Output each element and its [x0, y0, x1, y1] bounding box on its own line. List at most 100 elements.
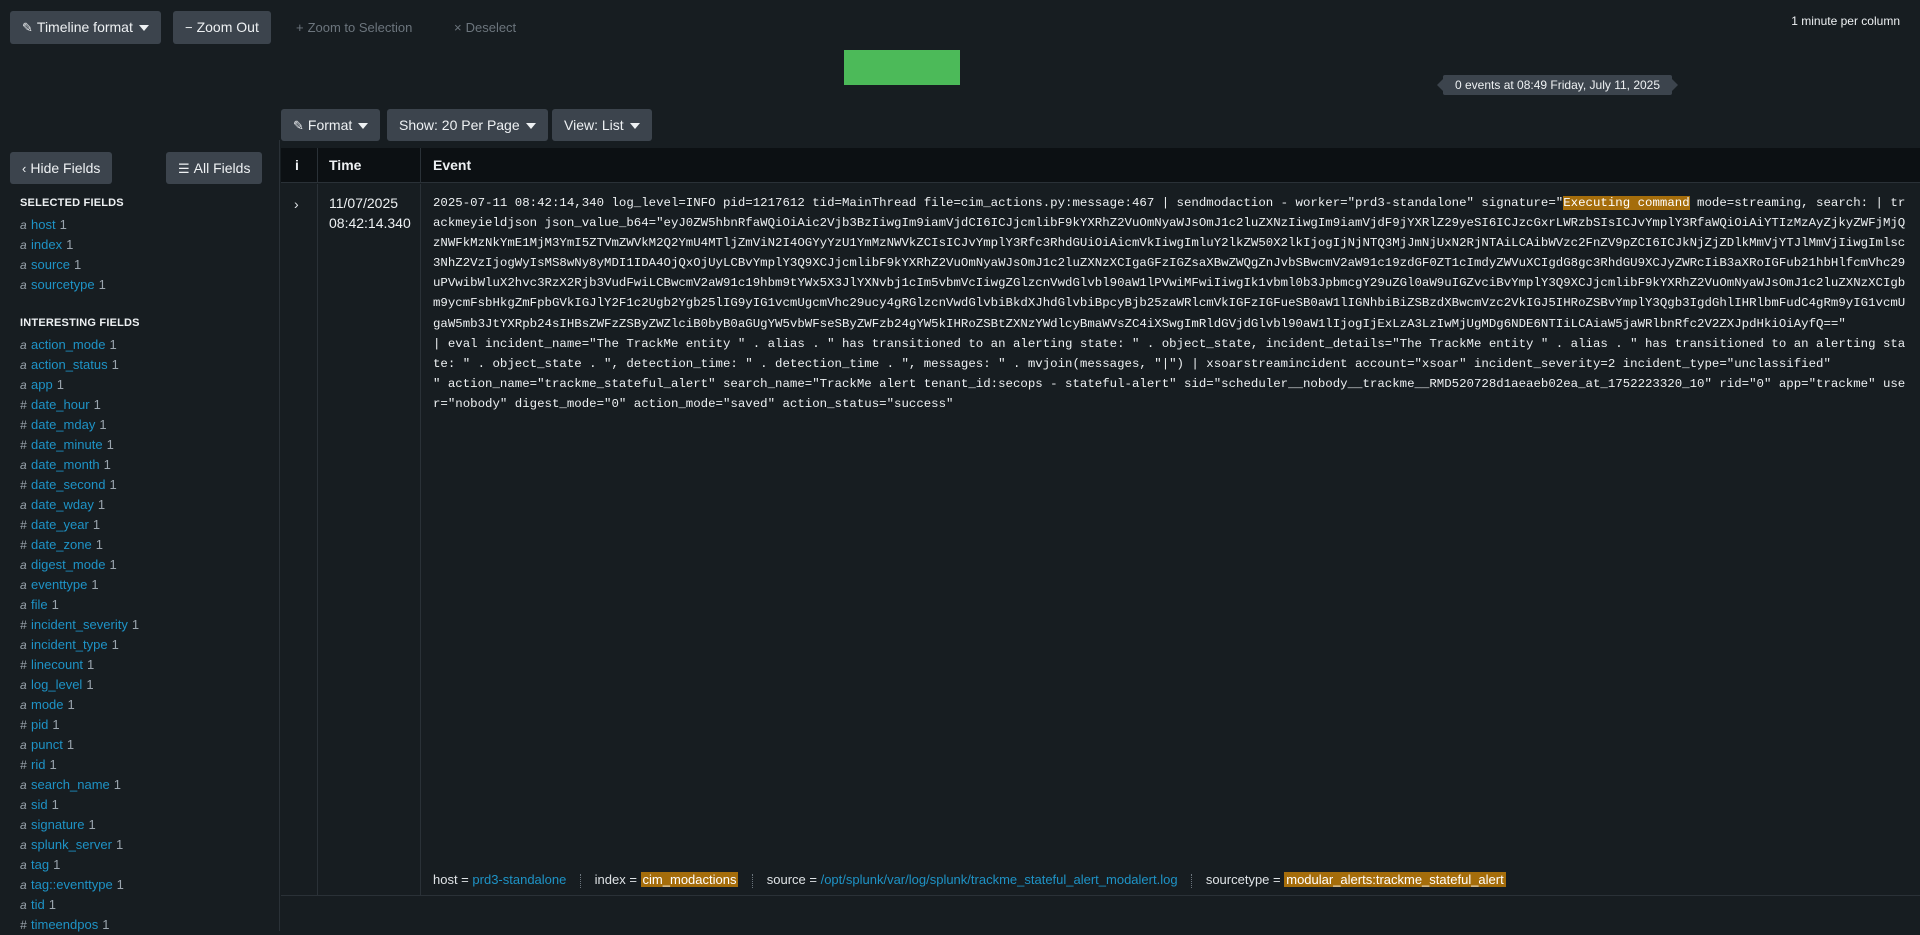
index-value[interactable]: cim_modactions	[640, 872, 739, 887]
event-raw-prefix: 2025-07-11 08:42:14,340 log_level=INFO p…	[433, 196, 1564, 210]
field-name[interactable]: tag	[31, 857, 49, 872]
source-value[interactable]: /opt/splunk/var/log/splunk/trackme_state…	[821, 872, 1178, 887]
field-item-rid[interactable]: # rid 1	[20, 755, 139, 775]
field-item-splunk-server[interactable]: a splunk_server 1	[20, 835, 139, 855]
field-name[interactable]: incident_severity	[31, 617, 128, 632]
field-name[interactable]: punct	[31, 737, 63, 752]
field-item-date-second[interactable]: # date_second 1	[20, 475, 139, 495]
field-name[interactable]: log_level	[31, 677, 82, 692]
field-name[interactable]: signature	[31, 817, 84, 832]
field-item-tid[interactable]: a tid 1	[20, 895, 139, 915]
field-item-app[interactable]: a app 1	[20, 375, 139, 395]
chevron-right-icon[interactable]: ›	[294, 196, 299, 212]
field-type-icon: a	[20, 578, 27, 592]
field-type-icon: #	[20, 438, 27, 452]
deselect-button[interactable]: × Deselect	[442, 11, 528, 44]
field-count: 1	[98, 277, 106, 292]
field-name[interactable]: rid	[31, 757, 45, 772]
field-name[interactable]: date_month	[31, 457, 100, 472]
field-name[interactable]: date_year	[31, 517, 89, 532]
field-name[interactable]: timeendpos	[31, 917, 98, 932]
field-item-timeendpos[interactable]: # timeendpos 1	[20, 915, 139, 935]
field-name[interactable]: mode	[31, 697, 64, 712]
field-item-mode[interactable]: a mode 1	[20, 695, 139, 715]
event-search-highlight: Executing command	[1563, 196, 1690, 210]
field-item-action-mode[interactable]: a action_mode 1	[20, 335, 139, 355]
field-item-host[interactable]: a host 1	[20, 215, 106, 235]
timeline-bar[interactable]	[844, 50, 960, 85]
field-name[interactable]: date_hour	[31, 397, 90, 412]
field-item-date-mday[interactable]: # date_mday 1	[20, 415, 139, 435]
field-count: 1	[111, 357, 119, 372]
field-type-icon: a	[20, 258, 27, 272]
field-name[interactable]: host	[31, 217, 56, 232]
field-item-sourcetype[interactable]: a sourcetype 1	[20, 275, 106, 295]
field-type-icon: #	[20, 518, 27, 532]
field-item-date-zone[interactable]: # date_zone 1	[20, 535, 139, 555]
field-name[interactable]: splunk_server	[31, 837, 112, 852]
field-item-date-hour[interactable]: # date_hour 1	[20, 395, 139, 415]
field-item-eventtype[interactable]: a eventtype 1	[20, 575, 139, 595]
field-item-log-level[interactable]: a log_level 1	[20, 675, 139, 695]
field-name[interactable]: sourcetype	[31, 277, 95, 292]
field-item-date-wday[interactable]: a date_wday 1	[20, 495, 139, 515]
field-item-pid[interactable]: # pid 1	[20, 715, 139, 735]
table-header: i Time Event	[281, 148, 1920, 183]
field-name[interactable]: digest_mode	[31, 557, 105, 572]
view-button[interactable]: View: List	[552, 109, 652, 141]
field-name[interactable]: date_second	[31, 477, 105, 492]
hide-fields-button[interactable]: ‹ Hide Fields	[10, 152, 113, 184]
field-name[interactable]: incident_type	[31, 637, 108, 652]
field-name[interactable]: date_mday	[31, 417, 95, 432]
sourcetype-value[interactable]: modular_alerts:trackme_stateful_alert	[1284, 872, 1506, 887]
field-count: 1	[91, 577, 99, 592]
field-name[interactable]: action_mode	[31, 337, 105, 352]
field-item-punct[interactable]: a punct 1	[20, 735, 139, 755]
field-item-signature[interactable]: a signature 1	[20, 815, 139, 835]
field-count: 1	[52, 717, 60, 732]
timeline-format-button[interactable]: ✎ Timeline format	[10, 11, 161, 44]
selected-fields-list: a host 1 a index 1 a source 1 a sourcetype 1	[20, 215, 106, 295]
field-name[interactable]: action_status	[31, 357, 108, 372]
field-item-sid[interactable]: a sid 1	[20, 795, 139, 815]
field-item-source[interactable]: a source 1	[20, 255, 106, 275]
field-item-date-year[interactable]: # date_year 1	[20, 515, 139, 535]
host-value[interactable]: prd3-standalone	[472, 872, 566, 887]
field-name[interactable]: file	[31, 597, 48, 612]
field-type-icon: #	[20, 478, 27, 492]
field-name[interactable]: pid	[31, 717, 48, 732]
field-item-date-month[interactable]: a date_month 1	[20, 455, 139, 475]
field-item-linecount[interactable]: # linecount 1	[20, 655, 139, 675]
field-item-tag[interactable]: a tag 1	[20, 855, 139, 875]
field-name[interactable]: date_zone	[31, 537, 92, 552]
per-page-button[interactable]: Show: 20 Per Page	[387, 109, 548, 141]
field-name[interactable]: linecount	[31, 657, 83, 672]
hide-fields-label: Hide Fields	[30, 160, 101, 176]
field-name[interactable]: tag::eventtype	[31, 877, 113, 892]
zoom-out-button[interactable]: − Zoom Out	[173, 11, 271, 44]
field-item-date-minute[interactable]: # date_minute 1	[20, 435, 139, 455]
field-item-tag-eventtype[interactable]: a tag::eventtype 1	[20, 875, 139, 895]
field-name[interactable]: sid	[31, 797, 48, 812]
field-item-digest-mode[interactable]: a digest_mode 1	[20, 555, 139, 575]
field-name[interactable]: date_wday	[31, 497, 94, 512]
field-item-incident-type[interactable]: a incident_type 1	[20, 635, 139, 655]
field-name[interactable]: search_name	[31, 777, 110, 792]
field-item-incident-severity[interactable]: # incident_severity 1	[20, 615, 139, 635]
col-time[interactable]: Time	[329, 148, 361, 183]
per-page-label: Show: 20 Per Page	[399, 117, 520, 133]
field-name[interactable]: date_minute	[31, 437, 103, 452]
field-item-action-status[interactable]: a action_status 1	[20, 355, 139, 375]
format-button[interactable]: ✎ Format	[281, 109, 381, 141]
field-name[interactable]: index	[31, 237, 62, 252]
all-fields-button[interactable]: ☰ All Fields	[166, 152, 263, 184]
field-name[interactable]: app	[31, 377, 53, 392]
field-item-search-name[interactable]: a search_name 1	[20, 775, 139, 795]
field-name[interactable]: source	[31, 257, 70, 272]
event-clock: 08:42:14.340	[329, 215, 411, 231]
field-item-index[interactable]: a index 1	[20, 235, 106, 255]
field-name[interactable]: eventtype	[31, 577, 87, 592]
zoom-to-selection-button[interactable]: + Zoom to Selection	[284, 11, 424, 44]
field-name[interactable]: tid	[31, 897, 45, 912]
field-item-file[interactable]: a file 1	[20, 595, 139, 615]
